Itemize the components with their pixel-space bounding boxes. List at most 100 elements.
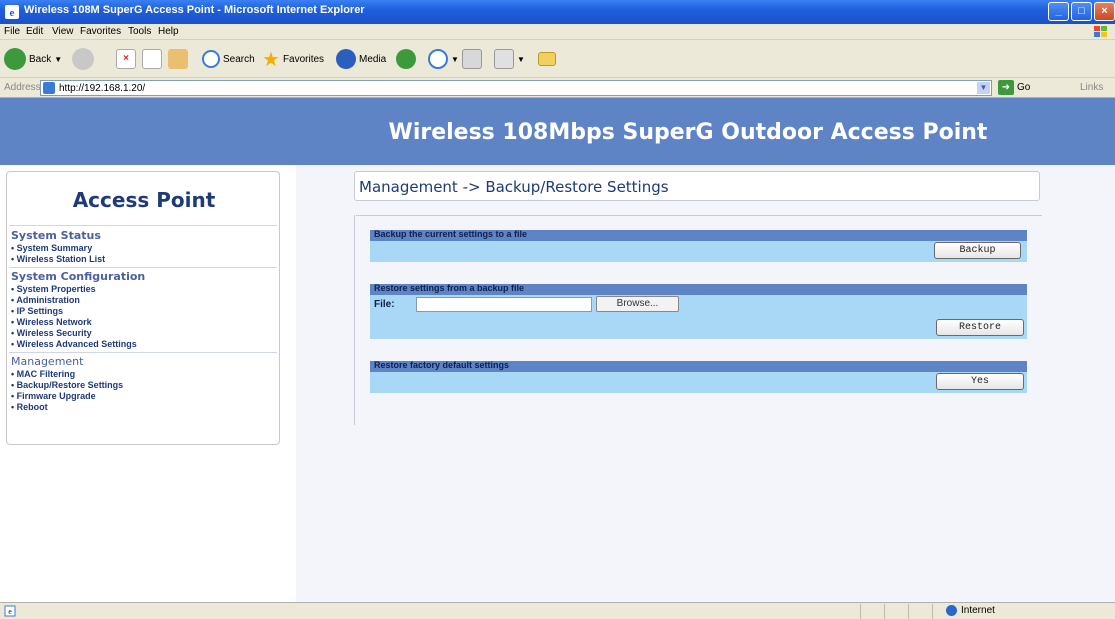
left-pane: Access Point System Status System Summar… (0, 165, 296, 602)
edit-button[interactable]: ▼ (494, 46, 525, 72)
menu-favorites[interactable]: Favorites (80, 26, 121, 37)
nav-section-system-status: System Status (11, 229, 101, 242)
divider (932, 604, 933, 619)
divider (354, 215, 355, 425)
address-label: Address (4, 82, 41, 93)
forward-arrow-icon (72, 48, 94, 70)
mail-icon (428, 49, 448, 69)
close-button[interactable]: × (1094, 2, 1115, 21)
refresh-button[interactable] (142, 46, 162, 72)
divider (9, 267, 277, 268)
mail-button[interactable]: ▼ (428, 46, 459, 72)
nav-item-mac-filtering[interactable]: MAC Filtering (11, 369, 76, 379)
restore-panel: Restore settings from a backup file File… (370, 283, 1027, 339)
nav-item-system-properties[interactable]: System Properties (11, 284, 96, 294)
factory-defaults-panel-header: Restore factory default settings (370, 360, 1027, 372)
divider (884, 604, 885, 619)
nav-section-management: Management (11, 355, 84, 368)
divider (9, 352, 277, 353)
ie-logo-icon: e (5, 5, 19, 19)
restore-panel-title: Restore settings from a backup file (374, 283, 525, 293)
menu-file[interactable]: File (4, 26, 20, 37)
chevron-down-icon: ▼ (517, 54, 525, 64)
backup-panel: Backup the current settings to a file Ba… (370, 229, 1027, 262)
globe-icon (946, 605, 957, 616)
edit-icon (494, 49, 514, 69)
window-title: Wireless 108M SuperG Access Point - Micr… (24, 4, 365, 16)
favorites-button[interactable]: ★ Favorites (262, 46, 324, 72)
nav-item-administration[interactable]: Administration (11, 295, 80, 305)
search-button[interactable]: Search (202, 46, 255, 72)
stop-button[interactable]: × (116, 46, 136, 72)
factory-defaults-panel: Restore factory default settings Yes (370, 360, 1027, 393)
home-button[interactable] (168, 46, 188, 72)
restore-button[interactable]: Restore (936, 319, 1024, 336)
print-icon (462, 49, 482, 69)
nav-item-ip-settings[interactable]: IP Settings (11, 306, 63, 316)
address-bar: Address http://192.168.1.20/ ▼ ➜ Go Link… (0, 78, 1115, 98)
file-input[interactable] (416, 297, 592, 312)
print-button[interactable] (462, 46, 482, 72)
yes-button[interactable]: Yes (936, 373, 1024, 390)
chevron-down-icon: ▼ (54, 54, 63, 64)
media-icon (336, 49, 356, 69)
history-button[interactable] (396, 46, 416, 72)
divider (908, 604, 909, 619)
zone-label: Internet (961, 605, 995, 616)
security-zone: Internet (946, 605, 995, 616)
menu-tools[interactable]: Tools (128, 26, 151, 37)
nav-item-wireless-station-list[interactable]: Wireless Station List (11, 254, 105, 264)
page-title: Management -> Backup/Restore Settings (359, 178, 669, 196)
page-banner: Wireless 108Mbps SuperG Outdoor Access P… (0, 98, 1115, 165)
chevron-down-icon[interactable]: ▼ (977, 82, 990, 94)
stop-icon: × (116, 49, 136, 69)
minimize-button[interactable]: _ (1048, 2, 1069, 21)
back-arrow-icon (4, 48, 26, 70)
nav-item-firmware-upgrade[interactable]: Firmware Upgrade (11, 391, 96, 401)
nav-item-wireless-network[interactable]: Wireless Network (11, 317, 92, 327)
backup-button[interactable]: Backup (934, 242, 1021, 259)
nav-item-wireless-advanced-settings[interactable]: Wireless Advanced Settings (11, 339, 137, 349)
nav-menu: Access Point System Status System Summar… (6, 171, 280, 445)
nav-item-wireless-security[interactable]: Wireless Security (11, 328, 92, 338)
address-url: http://192.168.1.20/ (59, 83, 146, 94)
home-icon (168, 49, 188, 69)
folder-icon (538, 52, 556, 66)
go-button[interactable]: ➜ Go (998, 80, 1030, 95)
nav-item-backup-restore-settings[interactable]: Backup/Restore Settings (11, 380, 124, 390)
backup-panel-title: Backup the current settings to a file (374, 229, 528, 239)
divider (9, 225, 277, 226)
search-label: Search (223, 53, 255, 65)
restore-panel-header: Restore settings from a backup file (370, 283, 1027, 295)
history-icon (396, 49, 416, 69)
file-label: File: (374, 299, 395, 310)
go-label: Go (1017, 82, 1031, 93)
windows-flag-icon (1094, 26, 1107, 37)
nav-item-reboot[interactable]: Reboot (11, 402, 48, 412)
media-button[interactable]: Media (336, 46, 386, 72)
divider (356, 215, 1042, 216)
maximize-button[interactable]: □ (1071, 2, 1092, 21)
nav-section-system-configuration: System Configuration (11, 270, 146, 283)
divider (860, 604, 861, 619)
menu-view[interactable]: View (52, 26, 74, 37)
links-button[interactable]: Links (1080, 82, 1103, 93)
menu-help[interactable]: Help (158, 26, 179, 37)
address-input[interactable]: http://192.168.1.20/ ▼ (40, 80, 992, 96)
refresh-icon (142, 49, 162, 69)
browser-toolbar: Back ▼ × Search ★ Favorites Media ▼ ▼ (0, 40, 1115, 78)
back-label: Back (29, 53, 52, 65)
menu-edit[interactable]: Edit (26, 26, 43, 37)
forward-button[interactable] (72, 46, 94, 72)
chevron-down-icon: ▼ (451, 54, 459, 64)
nav-heading: Access Point (72, 188, 216, 212)
breadcrumb: Management -> Backup/Restore Settings (354, 171, 1040, 201)
folder-button[interactable] (538, 46, 556, 72)
back-button[interactable]: Back ▼ (4, 46, 62, 72)
browse-button[interactable]: Browse... (596, 296, 679, 312)
banner-title: Wireless 108Mbps SuperG Outdoor Access P… (388, 120, 988, 145)
svg-text:e: e (8, 607, 12, 616)
page-status-icon: e (4, 605, 16, 617)
nav-item-system-summary[interactable]: System Summary (11, 243, 93, 253)
star-icon: ★ (262, 48, 280, 71)
